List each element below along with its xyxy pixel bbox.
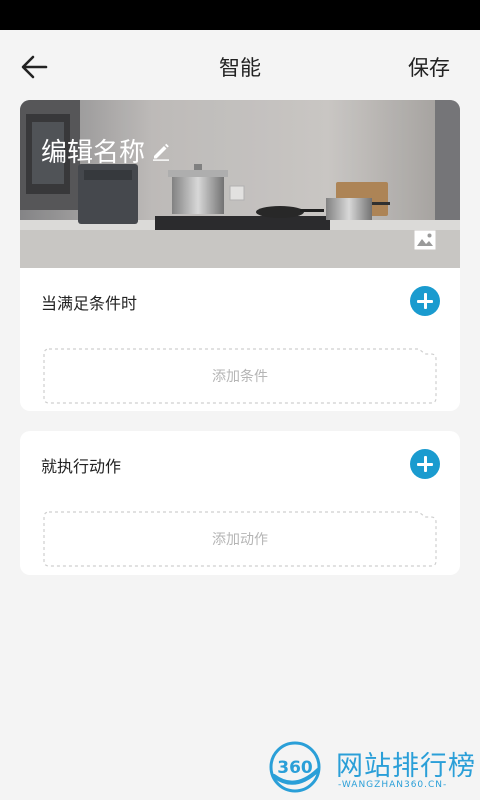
add-condition-label: 添加条件: [212, 369, 268, 385]
add-action-label: 添加动作: [212, 532, 268, 548]
action-label: 就执行动作: [41, 457, 122, 476]
kitchen-photo: [20, 100, 460, 268]
add-action-button[interactable]: [410, 449, 440, 479]
scene-cover-image: 编辑名称: [20, 100, 460, 268]
save-button[interactable]: 保存: [408, 52, 450, 82]
watermark-logo: 360: [269, 741, 321, 793]
action-header: 就执行动作: [20, 433, 460, 493]
watermark: 360 网站排行榜 -WANGZHAN360.CN-: [268, 738, 476, 798]
action-card: 就执行动作 添加动作: [20, 431, 460, 575]
condition-header: 当满足条件时: [20, 270, 460, 330]
image-icon: [414, 230, 436, 250]
nav-bar: 智能 保存: [0, 30, 480, 102]
change-cover-button[interactable]: [414, 230, 436, 250]
watermark-title: 网站排行榜: [336, 751, 476, 782]
scene-name-label: 编辑名称: [41, 138, 146, 168]
watermark-logo-text: 360: [277, 758, 313, 778]
status-bar: [0, 0, 480, 30]
add-action-box[interactable]: 添加动作: [43, 511, 437, 567]
pencil-icon: [153, 143, 170, 161]
condition-label: 当满足条件时: [41, 294, 138, 313]
condition-card: 编辑名称 当满足条件时 添加条件: [20, 100, 460, 411]
watermark-subtitle: -WANGZHAN360.CN-: [338, 780, 448, 790]
scene-name[interactable]: 编辑名称: [41, 132, 171, 169]
add-condition-button[interactable]: [410, 286, 440, 316]
add-condition-box[interactable]: 添加条件: [43, 348, 437, 404]
